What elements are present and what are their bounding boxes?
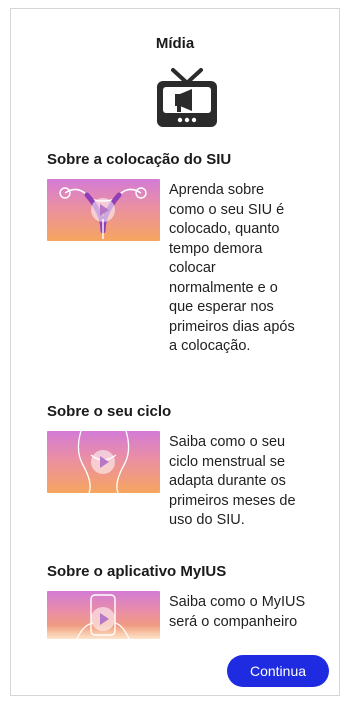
tv-megaphone-icon bbox=[157, 68, 217, 127]
scroll-fade bbox=[11, 625, 339, 645]
play-icon bbox=[91, 450, 115, 474]
section-title-cycle: Sobre o seu ciclo bbox=[47, 403, 172, 420]
video-thumbnail-placement[interactable] bbox=[47, 179, 160, 241]
page-title: Mídia bbox=[155, 35, 195, 52]
continue-button[interactable]: Continua bbox=[227, 655, 329, 687]
description-cycle: Saiba como o seu ciclo menstrual se adap… bbox=[169, 434, 296, 528]
section-title-app: Sobre o aplicativo MyIUS bbox=[47, 563, 227, 580]
section-title-placement: Sobre a colocação do SIU bbox=[47, 151, 232, 168]
play-icon bbox=[91, 198, 115, 222]
description-placement: Aprenda sobre como o seu SIU é colocado,… bbox=[169, 182, 295, 354]
media-screen: Mídia Sobre a colocação do SIU Aprenda s… bbox=[10, 8, 340, 696]
video-thumbnail-cycle[interactable] bbox=[47, 431, 160, 493]
